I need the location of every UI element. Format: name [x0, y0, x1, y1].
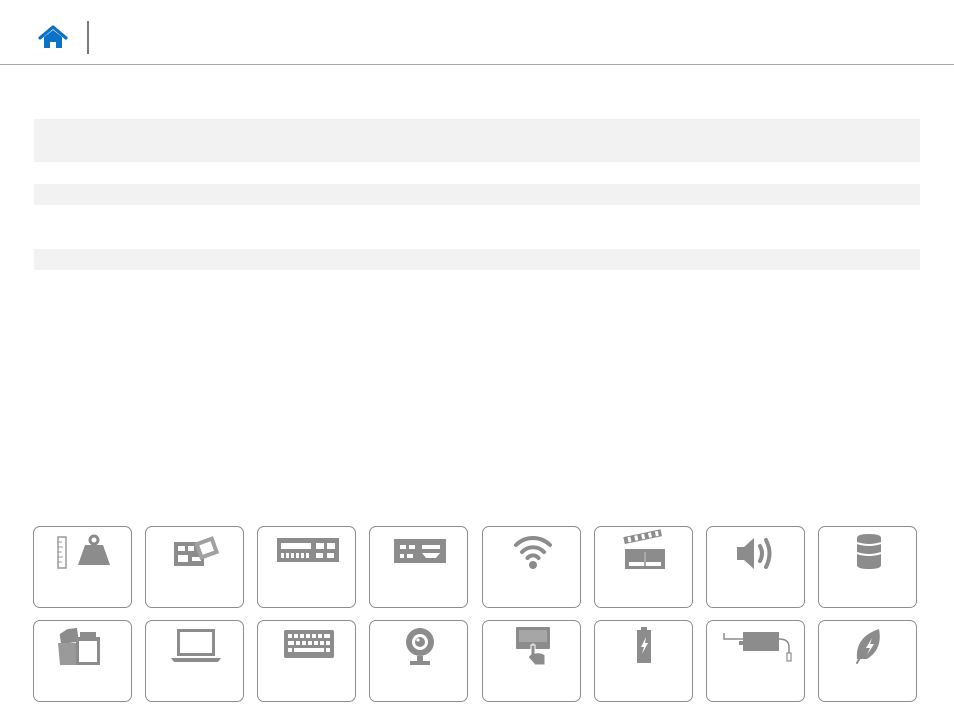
- tile-camera[interactable]: [369, 620, 468, 702]
- content-band: [34, 249, 920, 270]
- media-card-reader-icon: [58, 627, 100, 665]
- tile-media-card-reader[interactable]: [33, 620, 132, 702]
- camera-icon: [406, 628, 434, 665]
- content-band: [34, 119, 920, 162]
- tile-display[interactable]: [145, 620, 244, 702]
- display-icon: [171, 629, 221, 662]
- tile-dimensions-weight[interactable]: [33, 526, 132, 608]
- tile-storage[interactable]: [818, 526, 917, 608]
- storage-icon: [856, 534, 882, 569]
- tile-environmental[interactable]: [818, 620, 917, 702]
- home-icon: [38, 25, 68, 48]
- ports-connectors-icon: [277, 538, 339, 562]
- tile-video[interactable]: [594, 526, 693, 608]
- tile-battery[interactable]: [594, 620, 693, 702]
- wireless-icon: [514, 535, 552, 569]
- battery-icon: [637, 627, 651, 663]
- tile-system-information[interactable]: [145, 526, 244, 608]
- tile-touchpad[interactable]: [482, 620, 581, 702]
- dimensions-weight-icon: [57, 534, 110, 569]
- content-band: [34, 184, 920, 205]
- environmental-icon: [856, 629, 880, 664]
- keyboard-icon: [284, 630, 334, 658]
- system-information-icon: [174, 536, 220, 566]
- video-icon: [623, 529, 665, 569]
- tile-ports-connectors[interactable]: [257, 526, 356, 608]
- power-adapter-icon: [723, 632, 792, 662]
- tile-audio[interactable]: [706, 526, 805, 608]
- tile-power-adapter[interactable]: [706, 620, 805, 702]
- tile-keyboard[interactable]: [257, 620, 356, 702]
- touchpad-icon: [516, 627, 550, 666]
- audio-icon: [737, 538, 772, 569]
- top-bar: [0, 0, 954, 65]
- tile-wireless[interactable]: [482, 526, 581, 608]
- communications-icon: [394, 539, 446, 563]
- home-button[interactable]: [36, 24, 70, 54]
- header-divider: [87, 21, 89, 54]
- tile-communications[interactable]: [369, 526, 468, 608]
